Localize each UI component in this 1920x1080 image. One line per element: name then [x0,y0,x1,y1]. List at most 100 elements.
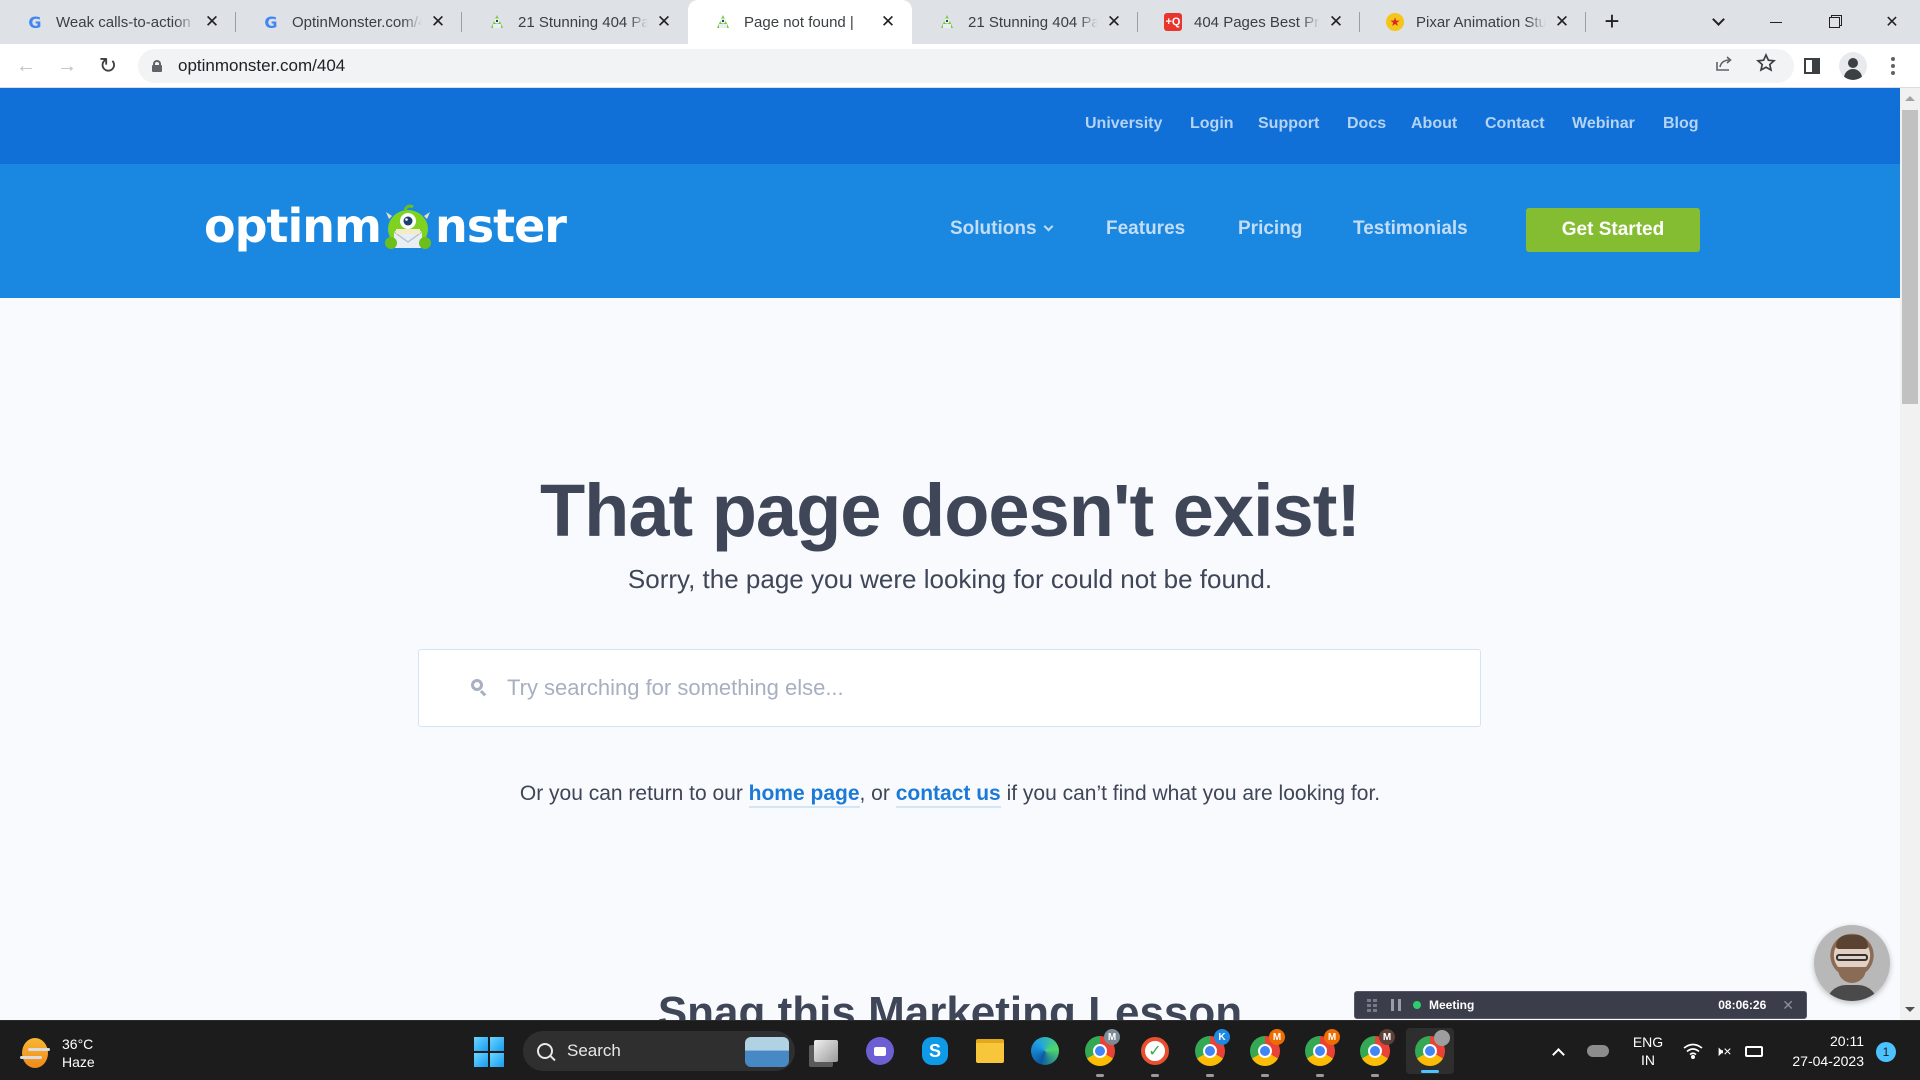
tab-title: 21 Stunning 404 Pages [968,13,1098,31]
new-tab-button[interactable]: + [1596,6,1628,38]
chevron-up-icon [1551,1047,1565,1061]
wifi-button[interactable] [1680,1021,1706,1080]
forward-button[interactable]: → [51,50,83,82]
tab-page-not-found[interactable]: Page not found | ✕ [688,0,912,44]
site-header: optinm nster Solutions Features Pricing … [0,164,1900,298]
chevron-down-icon [1711,12,1725,26]
nav-pricing[interactable]: Pricing [1238,218,1302,240]
system-clock[interactable]: 20:11 27-04-2023 [1774,1031,1864,1071]
side-panel-button[interactable] [1796,50,1828,82]
profile-badge: M [1269,1029,1285,1045]
scroll-down-arrow-icon[interactable] [1905,1007,1915,1012]
browser-tab-strip: G Weak calls-to-action ( ✕ G OptinMonste… [0,0,1920,44]
nav-solutions-dropdown[interactable]: Solutions [950,218,1054,240]
get-started-button[interactable]: Get Started [1526,208,1700,252]
bookmark-star-icon[interactable] [1755,52,1777,79]
chrome-profile-m-3[interactable]: M [1302,1029,1340,1077]
profile-button[interactable] [1837,50,1869,82]
scrollbar-thumb[interactable] [1902,110,1918,404]
close-tab-icon[interactable]: ✕ [1104,12,1124,32]
taskbar-search[interactable]: Search [523,1031,795,1071]
close-tab-icon[interactable]: ✕ [428,12,448,32]
close-tab-icon[interactable]: ✕ [654,12,674,32]
site-search-box[interactable] [418,649,1481,727]
running-indicator [1096,1074,1104,1077]
nav-link-university[interactable]: University [1085,115,1162,133]
start-button[interactable] [474,1037,504,1067]
onedrive-offline-button[interactable] [1584,1021,1612,1080]
skype-app[interactable]: S [917,1033,953,1069]
pause-icon[interactable] [1391,999,1401,1011]
google-icon: G [264,12,278,32]
optinmonster-logo[interactable]: optinm nster [204,198,567,254]
return-help-text: Or you can return to our home page, or c… [0,782,1900,808]
notification-count-badge[interactable]: 1 [1876,1042,1896,1062]
time-tracker-app[interactable]: ✓ [1137,1033,1173,1077]
page-viewport: University Login Support Docs About Cont… [0,88,1900,1020]
task-view-button[interactable] [808,1033,844,1069]
close-icon[interactable]: ✕ [1782,997,1794,1014]
tab-search-button[interactable] [1690,0,1746,44]
tab-21-stunning-404-pages-2[interactable]: 21 Stunning 404 Pages ✕ [912,0,1138,44]
tab-pixar-animation-studios[interactable]: ★ Pixar Animation Studios ✕ [1360,0,1586,44]
battery-button[interactable] [1740,1021,1768,1080]
close-tab-icon[interactable]: ✕ [1326,12,1346,32]
chrome-profile-m-1[interactable]: M [1082,1029,1120,1077]
logo-text-start: optinm [204,199,382,253]
chrome-profile-m-2[interactable]: M [1247,1029,1285,1077]
search-highlight-image [745,1037,789,1067]
chrome-active-window[interactable] [1406,1028,1454,1074]
share-icon[interactable] [1714,53,1734,79]
minimize-button[interactable] [1748,0,1804,44]
running-indicator [1316,1074,1324,1077]
nav-link-docs[interactable]: Docs [1347,115,1386,133]
optinmonster-icon [488,13,506,31]
address-bar[interactable]: optinmonster.com/404 [138,49,1794,83]
nav-link-contact[interactable]: Contact [1485,115,1545,133]
reload-button[interactable]: ↻ [92,50,124,82]
file-explorer-app[interactable] [972,1033,1008,1069]
nav-link-webinar[interactable]: Webinar [1572,115,1635,133]
search-input[interactable] [507,675,1407,701]
close-tab-icon[interactable]: ✕ [1552,12,1572,32]
volume-muted-icon: 🕨× [1714,1042,1732,1059]
search-icon [537,1043,553,1059]
arrow-right-icon: → [57,54,77,77]
nav-link-blog[interactable]: Blog [1663,115,1699,133]
nav-testimonials[interactable]: Testimonials [1353,218,1468,240]
page-scrollbar[interactable] [1900,88,1920,1020]
weather-widget[interactable]: 36°C Haze [20,1035,95,1071]
show-hidden-icons-button[interactable] [1544,1021,1572,1080]
chrome-profile-k[interactable]: K [1192,1029,1230,1077]
volume-button[interactable]: 🕨× [1710,1021,1736,1080]
nav-features[interactable]: Features [1106,218,1185,240]
windows-taskbar: 36°C Haze Search S M ✓ K M M M ENG IN 🕨×… [0,1020,1920,1080]
scroll-up-arrow-icon[interactable] [1905,96,1915,101]
close-window-button[interactable]: ✕ [1864,0,1920,44]
back-button[interactable]: ← [10,50,42,82]
tab-weak-calls-to-action[interactable]: G Weak calls-to-action ( ✕ [0,0,236,44]
language-indicator[interactable]: ENG IN [1628,1021,1668,1080]
home-page-link[interactable]: home page [748,782,860,808]
return-text-middle: , or [859,782,896,805]
browser-menu-button[interactable] [1877,50,1909,82]
drag-handle-icon[interactable] [1367,999,1377,1012]
nav-link-support[interactable]: Support [1258,115,1319,133]
tab-separator [1585,12,1586,32]
edge-app[interactable] [1027,1033,1063,1069]
nav-link-login[interactable]: Login [1190,115,1234,133]
nav-link-about[interactable]: About [1411,115,1457,133]
video-meet-icon [866,1037,894,1065]
teams-meet-app[interactable] [862,1033,898,1069]
tab-optinmonster-404-search[interactable]: G OptinMonster.com/404 ✕ [236,0,462,44]
restore-button[interactable] [1806,0,1862,44]
chrome-profile-m-4[interactable]: M [1357,1029,1395,1077]
webcam-bubble[interactable] [1814,925,1890,1001]
tab-21-stunning-404-pages[interactable]: 21 Stunning 404 Pages ✕ [462,0,688,44]
profile-badge-generic [1434,1030,1450,1046]
close-tab-icon[interactable]: ✕ [202,12,222,32]
url-text: optinmonster.com/404 [178,56,346,75]
tab-404-pages-best-practices[interactable]: +Q 404 Pages Best Practices ✕ [1138,0,1360,44]
close-tab-icon[interactable]: ✕ [878,12,898,32]
contact-us-link[interactable]: contact us [895,782,1001,808]
